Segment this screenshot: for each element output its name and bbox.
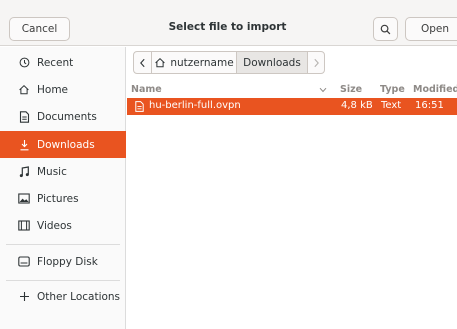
video-icon [18,220,30,232]
sidebar-item-label: Recent [37,56,74,69]
search-button[interactable] [373,17,398,41]
sidebar-item-other-locations[interactable]: Other Locations [0,283,126,310]
cancel-button[interactable]: Cancel [9,17,70,41]
dialog-title: Select file to import [168,21,287,33]
column-header-size[interactable]: Size [340,84,362,95]
header-bar: Cancel Select file to import Open [0,0,457,46]
chevron-right-icon [313,58,319,67]
file-type: Text [381,100,402,111]
file-size: 4,8 kB [341,100,373,111]
path-segment-downloads[interactable]: Downloads [237,52,308,73]
path-segment-home[interactable]: nutzername [152,52,237,73]
file-name: hu-berlin-full.ovpn [149,100,241,111]
sidebar-separator [6,244,120,245]
file-list-header: Name Size Type Modified [127,82,457,97]
file-row[interactable]: hu-berlin-full.ovpn 4,8 kB Text 16:51 [127,98,457,115]
sidebar-item-videos[interactable]: Videos [0,212,126,239]
document-icon [18,110,30,123]
search-icon [380,24,391,34]
plus-icon [18,291,30,303]
picture-icon [18,193,30,205]
sidebar-item-recent[interactable]: Recent [0,49,126,76]
column-header-modified[interactable]: Modified [413,84,457,95]
path-scroll-right-button[interactable] [308,52,324,73]
sidebar-item-documents[interactable]: Documents [0,103,126,130]
download-icon [18,139,30,151]
sidebar-item-pictures[interactable]: Pictures [0,185,126,212]
sidebar-item-music[interactable]: Music [0,158,126,185]
sidebar-separator [6,280,120,281]
sidebar-item-floppy-disk[interactable]: Floppy Disk [0,248,126,275]
path-scroll-left-button[interactable] [134,52,152,73]
open-button[interactable]: Open [405,17,457,41]
clock-icon [18,57,30,69]
file-modified: 16:51 [415,100,444,111]
path-bar: nutzername Downloads [133,51,325,74]
sidebar-item-downloads[interactable]: Downloads [0,131,126,158]
text-file-icon [135,101,144,115]
sidebar-item-label: Home [37,83,69,96]
sidebar-item-label: Floppy Disk [37,255,98,268]
home-icon [154,57,166,68]
column-header-type[interactable]: Type [380,84,405,95]
path-segment-label: nutzername [170,56,234,69]
music-icon [18,165,30,178]
sidebar-item-home[interactable]: Home [0,76,126,103]
sidebar-item-label: Documents [37,110,97,123]
drive-icon [18,256,30,268]
sidebar-item-label: Music [37,165,67,178]
home-icon [18,84,30,96]
chevron-left-icon [140,58,145,67]
sidebar-item-label: Videos [37,219,72,232]
column-header-name[interactable]: Name [131,84,162,95]
sidebar-item-label: Downloads [37,138,95,151]
sidebar-item-label: Pictures [37,192,79,205]
sort-chevron-down-icon[interactable] [319,85,327,96]
sidebar-item-label: Other Locations [37,290,121,303]
places-sidebar: Recent Home Documents Downloads Music Pi… [0,47,126,329]
